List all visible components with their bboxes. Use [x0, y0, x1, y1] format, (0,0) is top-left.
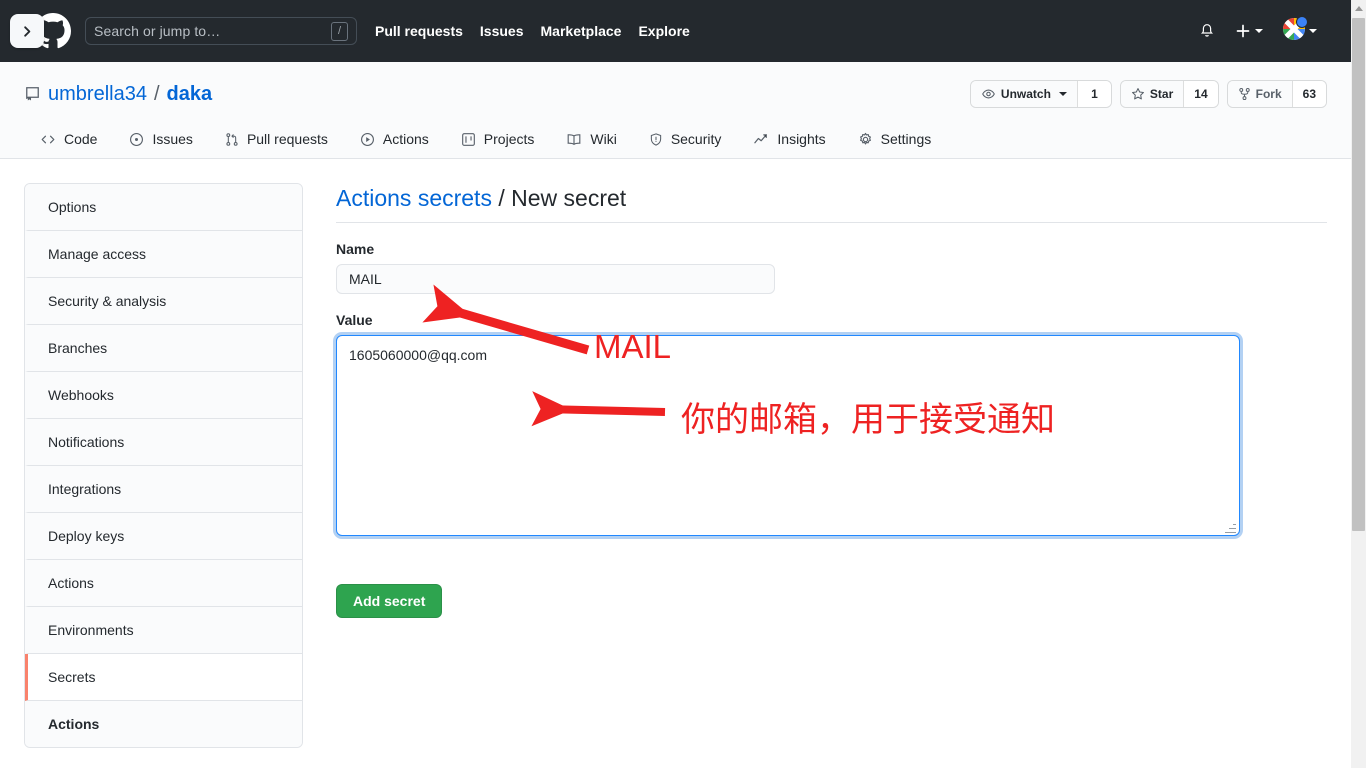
play-icon [360, 132, 375, 147]
sidebar-item-integrations[interactable]: Integrations [25, 466, 302, 513]
sidebar-item-notifications[interactable]: Notifications [25, 419, 302, 466]
chevron-down-icon [1058, 92, 1067, 96]
fork-label: Fork [1255, 87, 1282, 101]
scroll-thumb[interactable] [1352, 18, 1365, 531]
main-content: Options Manage access Security & analysi… [0, 159, 1351, 748]
tab-wiki[interactable]: Wiki [550, 123, 632, 158]
avatar[interactable] [1273, 15, 1327, 46]
sidebar-item-actions[interactable]: Actions [25, 560, 302, 607]
actions-secrets-link[interactable]: Actions secrets [336, 185, 492, 211]
add-secret-button[interactable]: Add secret [336, 584, 443, 618]
eye-icon [981, 87, 996, 101]
code-icon [40, 132, 56, 147]
search-placeholder: Search or jump to… [94, 23, 221, 39]
value-label: Value [336, 312, 373, 328]
tab-actions[interactable]: Actions [344, 123, 445, 158]
sidebar-item-webhooks[interactable]: Webhooks [25, 372, 302, 419]
star-button-group: Star 14 [1119, 80, 1219, 108]
new-secret-form: Actions secrets / New secret Name Value [336, 183, 1327, 748]
repository-tabs: Code Issues Pull requests Actions Projec… [24, 123, 1327, 158]
secret-value-textarea[interactable] [336, 335, 1240, 536]
gear-icon [858, 132, 873, 147]
search-shortcut-key: / [331, 21, 348, 41]
secret-name-input[interactable] [336, 264, 775, 294]
avatar-status-badge [1296, 15, 1308, 28]
nav-marketplace[interactable]: Marketplace [541, 23, 622, 39]
watch-count[interactable]: 1 [1076, 81, 1111, 107]
fork-button[interactable]: Fork [1227, 81, 1292, 107]
unwatch-label: Unwatch [1000, 87, 1051, 101]
nav-pull-requests[interactable]: Pull requests [375, 23, 463, 39]
star-label: Star [1149, 87, 1174, 101]
tab-security[interactable]: Security [633, 123, 738, 158]
header-right-actions [1189, 15, 1335, 46]
global-nav: Pull requests Issues Marketplace Explore [375, 23, 707, 39]
name-label: Name [336, 241, 375, 257]
watch-button-group: Unwatch 1 [969, 80, 1112, 108]
sidebar-item-environments[interactable]: Environments [25, 607, 302, 654]
fork-button-group: Fork 63 [1226, 80, 1327, 108]
unwatch-button[interactable]: Unwatch [970, 81, 1077, 107]
tab-wiki-label: Wiki [590, 131, 617, 147]
tab-insights-label: Insights [777, 131, 826, 147]
chevron-down-icon [1255, 29, 1263, 33]
browser-page: Search or jump to… / Pull requests Issue… [0, 0, 1366, 768]
nav-issues[interactable]: Issues [480, 23, 524, 39]
sidebar-item-branches[interactable]: Branches [25, 325, 302, 372]
tab-projects[interactable]: Projects [445, 123, 551, 158]
repo-name-link[interactable]: daka [167, 83, 213, 106]
tab-pull-requests-label: Pull requests [246, 131, 328, 147]
search-input[interactable]: Search or jump to… / [85, 17, 357, 45]
page-title-separator: / [498, 185, 505, 211]
name-field-block: Name [336, 241, 1327, 294]
tab-settings-label: Settings [880, 131, 932, 147]
star-count[interactable]: 14 [1183, 81, 1218, 107]
sidebar-item-security-analysis[interactable]: Security & analysis [25, 278, 302, 325]
page-viewport: Search or jump to… / Pull requests Issue… [0, 0, 1351, 768]
sidebar-item-options[interactable]: Options [25, 184, 302, 231]
tab-code-label: Code [64, 131, 98, 147]
sidebar-item-manage-access[interactable]: Manage access [25, 231, 302, 278]
git-pull-request-icon [225, 132, 239, 147]
nav-explore[interactable]: Explore [638, 23, 689, 39]
tab-security-label: Security [670, 131, 722, 147]
tab-issues-label: Issues [152, 131, 193, 147]
sidebar-group-actions[interactable]: Actions [25, 701, 302, 747]
chevron-down-icon [1309, 29, 1317, 33]
fork-count[interactable]: 63 [1291, 81, 1326, 107]
page-title-current: New secret [511, 185, 627, 211]
repo-icon [24, 86, 41, 103]
issue-opened-icon [129, 132, 144, 147]
book-icon [566, 132, 582, 147]
value-field-block: Value [336, 312, 1327, 541]
sidebar-item-deploy-keys[interactable]: Deploy keys [25, 513, 302, 560]
bell-icon[interactable] [1189, 16, 1225, 46]
tab-actions-label: Actions [382, 131, 429, 147]
graph-icon [753, 132, 769, 147]
tab-code[interactable]: Code [24, 123, 113, 158]
project-icon [461, 132, 476, 147]
fork-icon [1238, 87, 1251, 101]
repo-breadcrumb: umbrella34 / daka [24, 83, 212, 106]
tab-pull-requests[interactable]: Pull requests [209, 123, 344, 158]
repo-action-buttons: Unwatch 1 Star 14 Fork 63 [969, 80, 1327, 108]
sidebar-item-secrets[interactable]: Secrets [25, 654, 302, 701]
page-title: Actions secrets / New secret [336, 183, 1327, 223]
page-scrollbar[interactable] [1351, 0, 1366, 768]
tab-issues[interactable]: Issues [113, 123, 208, 158]
tab-projects-label: Projects [483, 131, 535, 147]
tab-insights[interactable]: Insights [737, 123, 841, 158]
plus-icon[interactable] [1225, 16, 1273, 46]
chevron-right-icon[interactable] [10, 14, 44, 48]
global-header: Search or jump to… / Pull requests Issue… [0, 0, 1351, 62]
repository-header: umbrella34 / daka Unwatch 1 Star 14 Fork… [0, 62, 1351, 159]
scroll-up-arrow-icon[interactable] [1351, 0, 1366, 17]
tab-settings[interactable]: Settings [842, 123, 948, 158]
settings-sidebar: Options Manage access Security & analysi… [24, 183, 303, 748]
shield-icon [649, 132, 663, 147]
repo-owner-link[interactable]: umbrella34 [48, 83, 147, 106]
repo-breadcrumb-separator: / [153, 82, 160, 105]
star-icon [1131, 87, 1145, 101]
star-button[interactable]: Star [1120, 81, 1184, 107]
